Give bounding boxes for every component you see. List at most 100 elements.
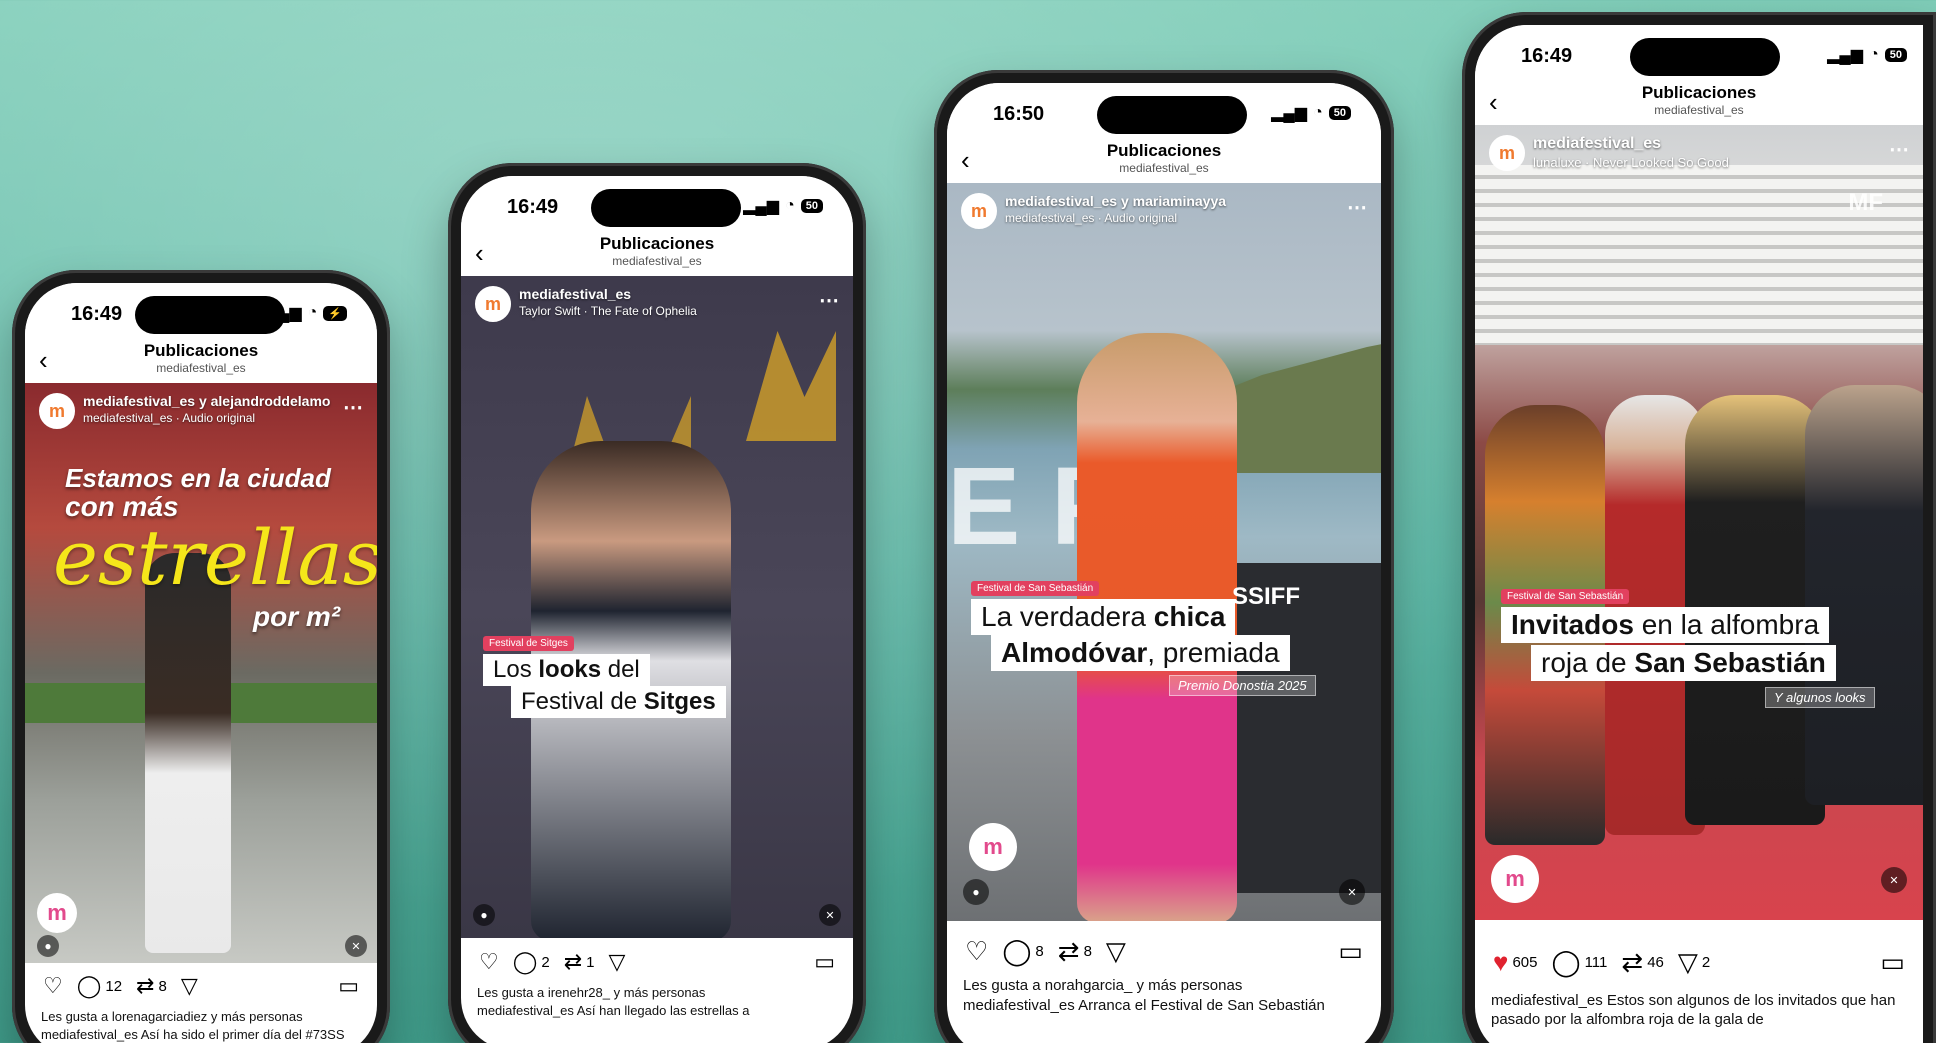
post-media[interactable]: m mediafestival_es lunaluxe · Never Looke…: [1475, 125, 1923, 920]
comment-icon[interactable]: ◯ 8: [1002, 936, 1043, 967]
caption-line-3: estrellas: [53, 513, 377, 602]
action-bar: ♡ ◯ 2 ⇄ 1 ▽ ▭: [479, 949, 835, 975]
dynamic-island: [135, 296, 285, 334]
liked-by-text[interactable]: Les gusta a lorenagarciadiez y más perso…: [41, 1009, 367, 1024]
repost-icon[interactable]: ⇄ 8: [136, 973, 167, 999]
festival-tag: Festival de San Sebastián: [971, 581, 1100, 596]
repost-icon[interactable]: ⇄ 8: [1058, 936, 1092, 967]
mute-icon[interactable]: ✕: [1339, 879, 1365, 905]
audio-label[interactable]: Taylor Swift · The Fate of Ophelia: [519, 304, 697, 318]
more-options-icon[interactable]: ⋯: [1889, 137, 1909, 162]
festival-tag: Festival de Sitges: [483, 636, 574, 651]
caption-subtitle: Premio Donostia 2025: [1169, 675, 1316, 696]
dynamic-island: [1097, 96, 1247, 134]
caption-line-1: Los looks del: [483, 654, 650, 686]
status-icons: ▂▄▆ ◔ ⚡: [266, 303, 347, 323]
more-options-icon[interactable]: ⋯: [819, 288, 839, 313]
share-icon[interactable]: ▽: [1106, 936, 1126, 967]
save-icon[interactable]: ▭: [1338, 936, 1363, 967]
like-icon[interactable]: ♡: [965, 936, 988, 967]
caption-line-1: Estamos en la ciudad: [65, 463, 331, 493]
festival-tag: Festival de San Sebastián: [1501, 589, 1630, 604]
share-icon[interactable]: ▽: [608, 949, 625, 975]
post-author[interactable]: m mediafestival_es y mariaminayya mediafe…: [961, 193, 1226, 229]
audio-label[interactable]: mediafestival_es · Audio original: [83, 411, 330, 425]
post-author[interactable]: m mediafestival_es lunaluxe · Never Looke…: [1489, 135, 1729, 171]
post-description[interactable]: mediafestival_es Así han llegado las est…: [477, 1003, 843, 1018]
page-subtitle: mediafestival_es: [156, 361, 246, 375]
liked-by-text[interactable]: Les gusta a irenehr28_ y más personas: [477, 985, 843, 1000]
post-author[interactable]: m mediafestival_es Taylor Swift · The Fat…: [475, 286, 697, 322]
account-avatar[interactable]: m: [961, 193, 997, 229]
repost-icon[interactable]: ⇄ 1: [564, 949, 595, 975]
account-avatar[interactable]: m: [475, 286, 511, 322]
share-icon[interactable]: ▽: [181, 973, 198, 999]
caption-line-2: Festival de Sitges: [511, 686, 726, 718]
screen: 16:50 ▂▄▆ ◔ 50 ‹ Publicaciones mediafestiv…: [947, 83, 1381, 1043]
liked-by-text[interactable]: Les gusta a norahgarcia_ y más personas: [963, 977, 1371, 994]
page-subtitle: mediafestival_es: [1119, 161, 1209, 175]
mute-icon[interactable]: ✕: [1881, 867, 1907, 893]
dynamic-island: [1630, 38, 1780, 76]
status-time: 16:50: [993, 103, 1045, 125]
mute-icon[interactable]: ✕: [819, 904, 841, 926]
account-name[interactable]: mediafestival_es: [519, 286, 697, 302]
status-bar: 16:49 ▂▄▆ ◔ 50: [461, 176, 853, 230]
comment-count: 8: [1035, 943, 1044, 960]
more-options-icon[interactable]: ⋯: [1347, 195, 1367, 220]
tagged-user-icon[interactable]: ●: [473, 904, 495, 926]
post-media[interactable]: m mediafestival_es y alejandroddelamo med…: [25, 383, 377, 963]
signal-icon: ▂▄▆: [1827, 47, 1864, 64]
audio-label[interactable]: lunaluxe · Never Looked So Good: [1533, 155, 1729, 170]
mute-icon[interactable]: ✕: [345, 935, 367, 957]
tagged-user-icon[interactable]: ●: [37, 935, 59, 957]
post-description[interactable]: mediafestival_es Así ha sido el primer d…: [41, 1027, 367, 1042]
tagged-user-icon[interactable]: ●: [963, 879, 989, 905]
account-name[interactable]: mediafestival_es y mariaminayya: [1005, 193, 1226, 209]
account-avatar[interactable]: m: [39, 393, 75, 429]
dynamic-island: [591, 189, 741, 227]
brand-text: SSIFF: [1232, 583, 1301, 610]
status-time: 16:49: [71, 303, 123, 325]
like-icon[interactable]: ♡: [43, 973, 63, 999]
wifi-icon: ◔: [785, 197, 795, 214]
signal-icon: ▂▄▆: [743, 198, 780, 215]
status-bar: 16:49 ▂▄▆ ◔ ⚡: [25, 283, 377, 337]
collab-logo[interactable]: m: [37, 893, 77, 933]
page-title: Publicaciones: [1641, 83, 1757, 102]
page-header: ‹ Publicaciones mediafestival_es: [947, 137, 1381, 183]
post-description[interactable]: mediafestival_es Arranca el Festival de …: [963, 997, 1371, 1014]
collab-logo[interactable]: m: [1491, 855, 1539, 903]
post-media[interactable]: E P m mediafestival_es y mariaminayya med…: [947, 183, 1381, 921]
audio-label[interactable]: mediafestival_es · Audio original: [1005, 211, 1226, 225]
share-icon[interactable]: ▽ 2: [1678, 947, 1710, 978]
repost-count: 8: [1083, 943, 1092, 960]
like-icon[interactable]: ♡: [479, 949, 499, 975]
save-icon[interactable]: ▭: [338, 973, 359, 999]
post-description[interactable]: mediafestival_es Estos son algunos de lo…: [1491, 991, 1901, 1031]
status-icons: ▂▄▆ ◔ 50: [743, 196, 823, 216]
share-count: 2: [1701, 954, 1711, 971]
repost-icon[interactable]: ⇄ 46: [1621, 947, 1663, 978]
save-icon[interactable]: ▭: [1880, 947, 1905, 978]
account-name[interactable]: mediafestival_es: [1533, 135, 1729, 153]
action-bar: ♥ 605 ◯ 111 ⇄ 46 ▽ 2 ▭: [1493, 947, 1905, 978]
more-options-icon[interactable]: ⋯: [343, 395, 363, 420]
collab-logo[interactable]: m: [969, 823, 1017, 871]
post-author[interactable]: m mediafestival_es y alejandroddelamo med…: [39, 393, 330, 429]
comment-icon[interactable]: ◯ 111: [1551, 947, 1607, 978]
account-name[interactable]: mediafestival_es y alejandroddelamo: [83, 393, 330, 409]
page-header: ‹ Publicaciones mediafestival_es: [1475, 79, 1923, 125]
comment-icon[interactable]: ◯ 2: [513, 949, 550, 975]
caption-subtitle: Y algunos looks: [1765, 687, 1875, 708]
watermark-logo: MF: [1848, 189, 1883, 216]
account-avatar[interactable]: m: [1489, 135, 1525, 171]
post-media[interactable]: m mediafestival_es Taylor Swift · The Fat…: [461, 276, 853, 938]
save-icon[interactable]: ▭: [814, 949, 835, 975]
caption-line-2: roja de San Sebastián: [1531, 645, 1836, 681]
status-icons: ▂▄▆ ◔ 50: [1827, 45, 1907, 65]
comment-count: 111: [1584, 954, 1608, 971]
comment-icon[interactable]: ◯ 12: [77, 973, 122, 999]
like-icon[interactable]: ♥ 605: [1493, 947, 1537, 978]
status-icons: ▂▄▆ ◔ 50: [1271, 103, 1351, 123]
